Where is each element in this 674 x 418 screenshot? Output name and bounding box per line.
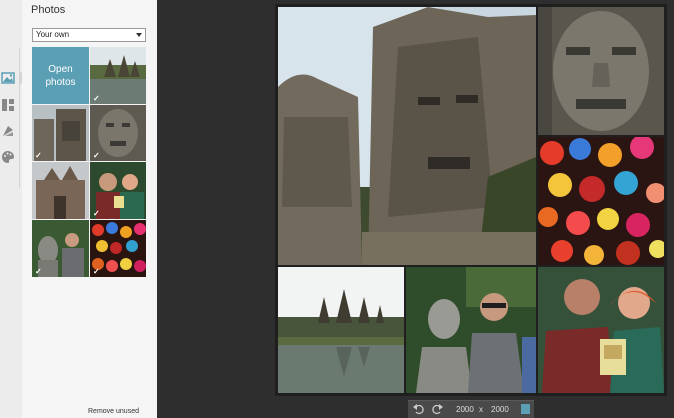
chevron-down-icon [136, 33, 142, 37]
collage-photo[interactable] [278, 267, 404, 393]
layout-icon[interactable] [1, 98, 15, 112]
used-check-icon: ✓ [93, 94, 100, 103]
tool-rail [0, 0, 26, 418]
canvas-height-field[interactable]: 2000 [491, 405, 509, 414]
photos-panel: Photos Your own Open photos ✓ ✓ ✓ ✓ ✓ ✓ … [22, 0, 157, 418]
stickers-icon[interactable] [1, 124, 15, 138]
redo-icon[interactable] [430, 402, 444, 416]
menu-icon[interactable] [521, 404, 530, 414]
open-photos-button[interactable]: Open photos [32, 47, 89, 104]
remove-unused-link[interactable]: Remove unused [88, 408, 139, 415]
collage-photo[interactable] [278, 7, 536, 265]
used-check-icon: ✓ [93, 209, 100, 218]
used-check-icon: ✓ [35, 267, 42, 276]
collage-photo[interactable] [538, 137, 664, 265]
photo-thumb[interactable]: ✓ [32, 105, 89, 161]
used-check-icon: ✓ [93, 151, 100, 160]
collage-canvas [275, 4, 667, 396]
used-check-icon: ✓ [93, 267, 100, 276]
photo-thumb[interactable]: ✓ [32, 220, 89, 277]
dimension-separator: x [479, 405, 483, 414]
panel-title: Photos [31, 4, 66, 16]
canvas-width-field[interactable]: 2000 [456, 405, 474, 414]
layout-select[interactable]: Your own [32, 28, 146, 42]
canvas-toolbar: 2000 x 2000 [408, 400, 534, 418]
collage-photo[interactable] [538, 7, 664, 135]
photo-thumb[interactable] [32, 162, 89, 219]
collage-photo[interactable] [406, 267, 536, 393]
photo-thumb[interactable]: ✓ [90, 220, 146, 277]
rail-divider [19, 48, 20, 188]
photos-icon[interactable] [1, 71, 15, 85]
photo-thumb[interactable]: ✓ [90, 47, 146, 104]
open-photos-label: Open photos [45, 63, 76, 88]
photo-thumb[interactable]: ✓ [90, 105, 146, 161]
used-check-icon: ✓ [35, 151, 42, 160]
palette-icon[interactable] [1, 150, 15, 164]
photo-thumb[interactable]: ✓ [90, 162, 146, 219]
layout-select-value: Your own [36, 30, 70, 39]
undo-icon[interactable] [412, 402, 426, 416]
collage-photo[interactable] [538, 267, 664, 393]
